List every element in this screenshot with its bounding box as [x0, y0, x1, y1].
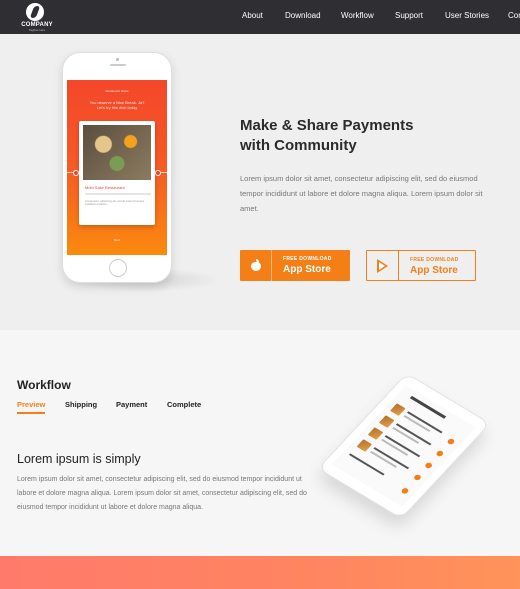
nav-item-support[interactable]: Support — [395, 11, 423, 20]
store-button-label: App Store — [283, 264, 331, 275]
active-tab-indicator — [17, 412, 45, 414]
store-button-caption: FREE DOWNLOAD — [410, 257, 459, 263]
phone-home-button — [109, 259, 127, 277]
phone-screen: Restaurant share You deserve a Nice Brea… — [67, 80, 167, 255]
workflow-heading: Lorem ipsum is simply — [17, 452, 141, 466]
store-button-caption: FREE DOWNLOAD — [283, 256, 332, 262]
food-card-subline — [85, 193, 151, 195]
food-card-title: Mobi Sake Restaurant — [85, 185, 125, 190]
hero-title-line-2: with Community — [240, 137, 357, 154]
hero-description: Lorem ipsum dolor sit amet, consectetur … — [240, 174, 483, 213]
logo-icon — [26, 3, 44, 21]
screen-top-label: Restaurant share — [105, 89, 129, 93]
tab-complete[interactable]: Complete — [167, 400, 201, 409]
store-button-label: App Store — [410, 265, 458, 276]
workflow-description: Lorem ipsum dolor sit amet, consectetur … — [17, 476, 307, 511]
screen-food-card: Mobi Sake Restaurant Consectetur, adipis… — [79, 121, 155, 225]
play-store-button[interactable]: FREE DOWNLOAD App Store — [366, 250, 476, 281]
nav-item-download[interactable]: Download — [285, 11, 321, 20]
workflow-title: Workflow — [17, 378, 71, 392]
nav-item-workflow[interactable]: Workflow — [341, 11, 374, 20]
logo-tagline: Tagline here — [28, 28, 46, 32]
screen-headline-2: Let's try this dish today — [96, 105, 138, 110]
hero-title-line-1: Make & Share Payments — [240, 117, 414, 134]
apple-icon — [240, 250, 272, 281]
phone-camera — [116, 58, 119, 61]
hero-title: Make & Share Payments with Community — [240, 116, 460, 156]
tab-preview[interactable]: Preview — [17, 400, 45, 409]
bottom-gradient-band — [0, 556, 520, 589]
screen-next-icon — [155, 170, 161, 176]
play-icon — [367, 251, 399, 280]
app-store-button[interactable]: FREE DOWNLOAD App Store — [240, 250, 350, 281]
top-navbar: COMPANY Tagline here About Download Work… — [0, 0, 520, 34]
nav-item-contact[interactable]: Con — [508, 11, 520, 20]
company-logo[interactable]: COMPANY Tagline here — [16, 3, 56, 32]
nav-item-user-stories[interactable]: User Stories — [445, 11, 489, 20]
tab-shipping[interactable]: Shipping — [65, 400, 97, 409]
food-card-text: Consectetur, adipiscing elit, sed do eiu… — [85, 200, 145, 207]
screen-footer: Next — [113, 238, 121, 242]
phone-speaker — [110, 64, 126, 66]
food-image — [83, 125, 151, 180]
tab-payment[interactable]: Payment — [116, 400, 147, 409]
nav-item-about[interactable]: About — [242, 11, 263, 20]
hero-phone-mockup: Restaurant share You deserve a Nice Brea… — [62, 52, 172, 283]
